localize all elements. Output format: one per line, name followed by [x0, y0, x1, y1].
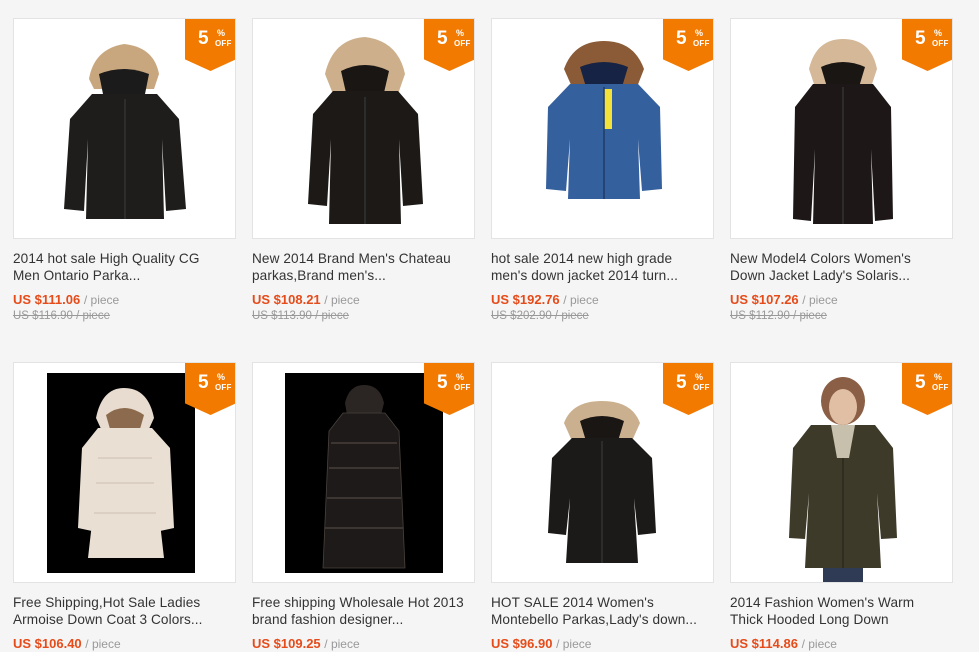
price-unit: / piece: [83, 293, 120, 307]
product-image[interactable]: 5 % OFF: [491, 18, 714, 239]
price-unit: / piece: [324, 637, 360, 651]
price-line: US $114.86 / piece: [730, 636, 837, 651]
product-image[interactable]: 5 % OFF: [252, 362, 475, 583]
product-image[interactable]: 5 % OFF: [730, 362, 953, 583]
price: US $111.06: [13, 292, 81, 307]
product-image[interactable]: 5 % OFF: [252, 18, 475, 239]
product-title[interactable]: hot sale 2014 new high grade men's down …: [491, 250, 721, 284]
original-price: US $112.90 / piece: [730, 310, 827, 322]
price-line: US $96.90 / piece: [491, 636, 591, 651]
product-grid: 5 % OFF 2014 hot sale High Quality CG Me…: [0, 0, 979, 652]
product-title[interactable]: New Model4 Colors Women's Down Jacket La…: [730, 250, 960, 284]
price-line: US $108.21 / piece: [252, 292, 360, 307]
price: US $109.25: [252, 636, 321, 651]
price-unit: / piece: [563, 293, 599, 307]
product-title[interactable]: New 2014 Brand Men's Chateau parkas,Bran…: [252, 250, 482, 284]
price-unit: / piece: [324, 293, 360, 307]
product-image[interactable]: 5 % OFF: [491, 362, 714, 583]
price: US $107.26: [730, 292, 799, 307]
price-unit: / piece: [802, 293, 838, 307]
price-line: US $106.40 / piece: [13, 636, 121, 651]
price-unit: / piece: [556, 637, 592, 651]
original-price: US $113.90 / piece: [252, 310, 349, 322]
product-image[interactable]: 5 % OFF: [13, 362, 236, 583]
price: US $96.90: [491, 636, 553, 651]
price: US $106.40: [13, 636, 82, 651]
price-line: US $109.25 / piece: [252, 636, 360, 651]
product-image[interactable]: 5 % OFF: [13, 18, 236, 239]
price-line: US $107.26 / piece: [730, 292, 838, 307]
original-price: US $116.90 / piece: [13, 310, 110, 322]
original-price: US $202.90 / piece: [491, 310, 589, 322]
product-title[interactable]: Free Shipping,Hot Sale Ladies Armoise Do…: [13, 594, 243, 628]
product-image[interactable]: 5 % OFF: [730, 18, 953, 239]
price-unit: / piece: [801, 637, 837, 651]
product-title[interactable]: Free shipping Wholesale Hot 2013 brand f…: [252, 594, 482, 628]
price-line: US $192.76 / piece: [491, 292, 599, 307]
price-line: US $111.06 / piece: [13, 292, 119, 307]
price-unit: / piece: [85, 637, 121, 651]
price: US $114.86: [730, 636, 798, 651]
product-title[interactable]: HOT SALE 2014 Women's Montebello Parkas,…: [491, 594, 721, 628]
product-title[interactable]: 2014 Fashion Women's Warm Thick Hooded L…: [730, 594, 960, 628]
price: US $108.21: [252, 292, 321, 307]
product-title[interactable]: 2014 hot sale High Quality CG Men Ontari…: [13, 250, 243, 284]
price: US $192.76: [491, 292, 560, 307]
